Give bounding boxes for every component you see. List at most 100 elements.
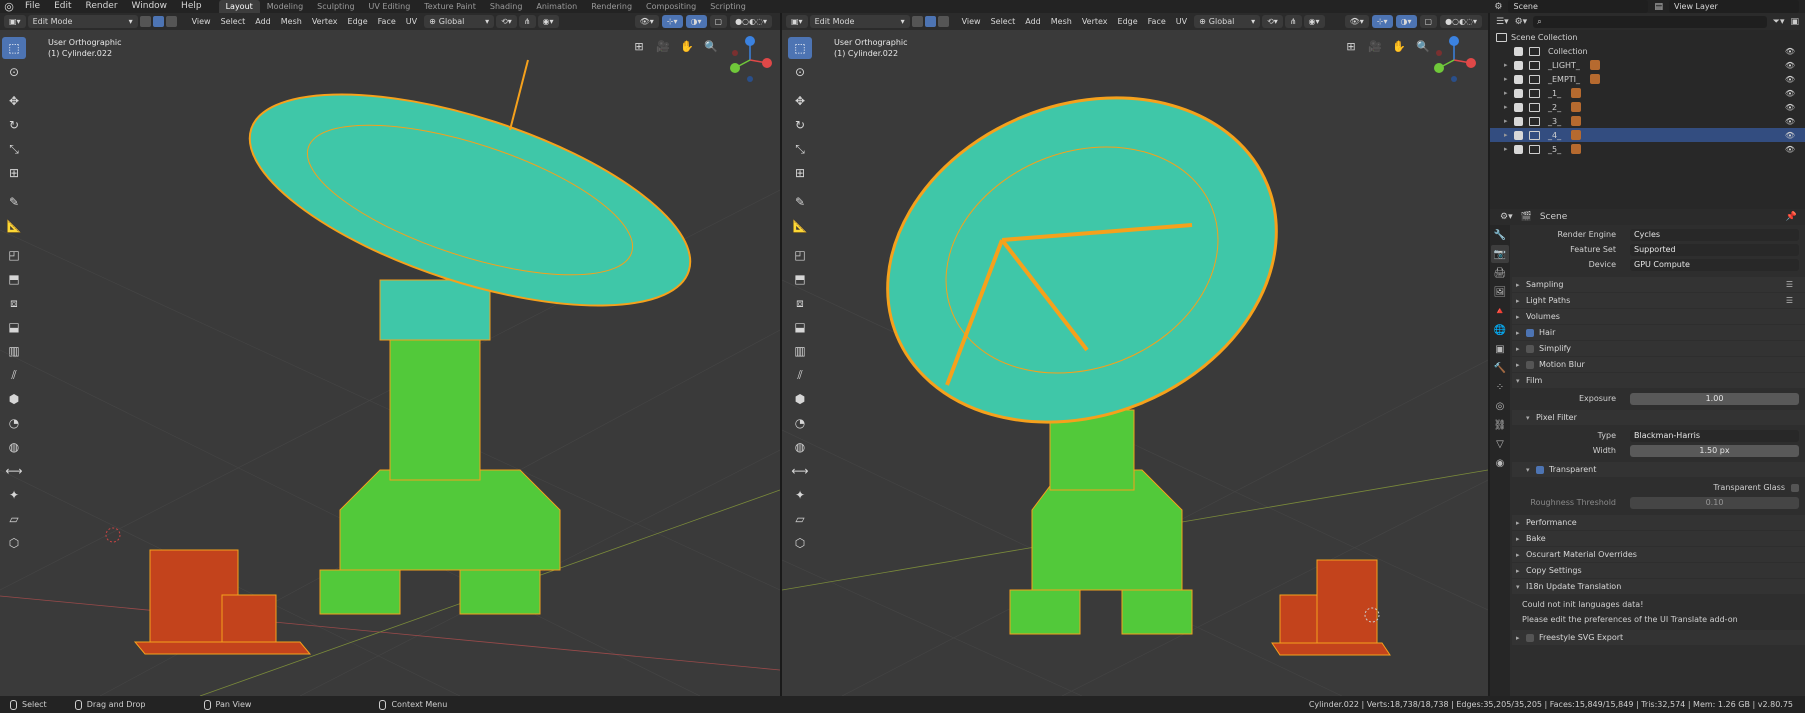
pivot-icon[interactable]: ⟲▾: [1262, 15, 1283, 28]
visibility-icon[interactable]: 👁▾: [634, 15, 659, 28]
workspace-tab-uv-editing[interactable]: UV Editing: [362, 0, 418, 13]
pixel-filter-panel[interactable]: ▾ Pixel Filter: [1512, 410, 1805, 425]
vertex-select-button[interactable]: [911, 16, 923, 27]
workspace-tab-sculpting[interactable]: Sculpting: [310, 0, 361, 13]
render-tab-icon[interactable]: 📷: [1491, 245, 1509, 263]
include-checkbox[interactable]: [1514, 46, 1523, 56]
workspace-tab-compositing[interactable]: Compositing: [639, 0, 703, 13]
include-checkbox[interactable]: [1514, 60, 1523, 70]
workspace-tab-texture-paint[interactable]: Texture Paint: [417, 0, 483, 13]
proportional-edit-icon[interactable]: ◉▾: [1303, 15, 1325, 28]
visibility-eye-icon[interactable]: 👁: [1785, 145, 1795, 154]
include-checkbox[interactable]: [1514, 88, 1523, 98]
workspace-tab-rendering[interactable]: Rendering: [584, 0, 639, 13]
workspace-tab-modeling[interactable]: Modeling: [260, 0, 310, 13]
presets-list-icon[interactable]: ☰: [1786, 296, 1793, 305]
visibility-icon[interactable]: 👁▾: [1344, 15, 1369, 28]
menu-help[interactable]: Help: [174, 0, 209, 13]
face-select-button[interactable]: [165, 16, 177, 27]
transparent-glass-checkbox[interactable]: [1791, 483, 1799, 492]
expand-arrow-icon[interactable]: ▸: [1504, 131, 1514, 139]
workspace-tab-shading[interactable]: Shading: [483, 0, 530, 13]
viewport-menu-edge[interactable]: Edge: [1113, 15, 1143, 28]
workspace-tab-animation[interactable]: Animation: [529, 0, 584, 13]
view-layer-selector[interactable]: View Layer: [1669, 0, 1799, 13]
outliner-row[interactable]: ▸ _5_ 👁: [1490, 142, 1805, 156]
panel-simplify[interactable]: ▸ Simplify: [1512, 341, 1805, 356]
xray-icon[interactable]: ▢: [709, 15, 728, 28]
filter-icon[interactable]: ⏷▾: [1773, 17, 1785, 27]
transparent-checkbox[interactable]: [1536, 465, 1544, 474]
transform-orientation[interactable]: ⊕ Global ▾: [1194, 15, 1261, 28]
object-data-icon[interactable]: [1571, 116, 1582, 126]
transparent-panel[interactable]: ▾ Transparent: [1512, 462, 1805, 477]
overlay-toggle-icon[interactable]: ◑▾: [1395, 15, 1417, 28]
panel-oscurart-material-overrides[interactable]: ▸ Oscurart Material Overrides: [1512, 547, 1805, 562]
object-data-icon[interactable]: [1571, 144, 1582, 154]
roughness-threshold-field[interactable]: 0.10: [1630, 496, 1799, 509]
menu-file[interactable]: File: [18, 0, 47, 13]
shading-modes-icon[interactable]: ●○◐◌▾: [730, 15, 772, 28]
visibility-eye-icon[interactable]: 👁: [1785, 103, 1795, 112]
expand-arrow-icon[interactable]: ▸: [1504, 89, 1514, 97]
panel-performance[interactable]: ▸ Performance: [1512, 515, 1805, 530]
scene-icon[interactable]: ⚙: [1494, 2, 1502, 12]
freestyle-checkbox[interactable]: [1526, 633, 1534, 642]
edge-select-button[interactable]: [924, 16, 936, 27]
physics-tab-icon[interactable]: ◎: [1491, 397, 1509, 415]
viewport-menu-select[interactable]: Select: [986, 15, 1021, 28]
outliner-editor-icon[interactable]: ☰▾: [1496, 17, 1509, 27]
viewport-menu-view[interactable]: View: [187, 15, 216, 28]
expand-arrow-icon[interactable]: ▸: [1504, 103, 1514, 111]
viewport-menu-select[interactable]: Select: [216, 15, 251, 28]
scene-selector[interactable]: Scene: [1508, 0, 1649, 13]
viewport-left[interactable]: ▣▾ Edit Mode ▾ View Select Add Mesh Vertex Edg…: [0, 13, 780, 696]
outliner-row[interactable]: ▸ _4_ 👁: [1490, 128, 1805, 142]
include-checkbox[interactable]: [1514, 116, 1523, 126]
face-select-button[interactable]: [937, 16, 949, 27]
outliner-row[interactable]: ▸ _EMPTI_ 👁: [1490, 72, 1805, 86]
menu-edit[interactable]: Edit: [47, 0, 78, 13]
panel-copy-settings[interactable]: ▸ Copy Settings: [1512, 563, 1805, 578]
tool-tab-icon[interactable]: 🔧: [1491, 226, 1509, 244]
viewport-menu-view[interactable]: View: [957, 15, 986, 28]
device-dropdown[interactable]: GPU Compute: [1630, 258, 1799, 271]
mode-selector[interactable]: Edit Mode ▾: [27, 15, 138, 28]
object-data-icon[interactable]: [1571, 102, 1582, 112]
outliner-row[interactable]: ▸ _1_ 👁: [1490, 86, 1805, 100]
filter-type-dropdown[interactable]: Blackman-Harris: [1630, 429, 1799, 442]
expand-arrow-icon[interactable]: ▸: [1504, 61, 1514, 69]
edge-select-button[interactable]: [152, 16, 164, 27]
object-data-icon[interactable]: [1571, 88, 1582, 98]
panel-checkbox[interactable]: [1526, 360, 1534, 369]
mode-selector[interactable]: Edit Mode ▾: [809, 15, 910, 28]
viewport-menu-edge[interactable]: Edge: [343, 15, 373, 28]
viewport-right[interactable]: ▣▾ Edit Mode ▾ View Select Add Mesh Vertex Edg…: [782, 13, 1488, 696]
include-checkbox[interactable]: [1514, 74, 1523, 84]
constraints-tab-icon[interactable]: ⛓: [1491, 416, 1509, 434]
overlay-toggle-icon[interactable]: ◑▾: [685, 15, 707, 28]
outliner-root[interactable]: Scene Collection: [1490, 30, 1805, 44]
panel-light-paths[interactable]: ▸ Light Paths ☰: [1512, 293, 1805, 308]
workspace-tab-layout[interactable]: Layout: [218, 0, 260, 13]
outliner-display-mode-icon[interactable]: ⚙▾: [1515, 17, 1528, 27]
material-tab-icon[interactable]: ◉: [1491, 454, 1509, 472]
xray-icon[interactable]: ▢: [1419, 15, 1438, 28]
viewport-menu-face[interactable]: Face: [373, 15, 401, 28]
visibility-eye-icon[interactable]: 👁: [1785, 47, 1795, 56]
panel-bake[interactable]: ▸ Bake: [1512, 531, 1805, 546]
transform-orientation[interactable]: ⊕ Global ▾: [424, 15, 495, 28]
panel-checkbox[interactable]: [1526, 328, 1534, 337]
include-checkbox[interactable]: [1514, 130, 1523, 140]
outliner-row[interactable]: Collection 👁: [1490, 44, 1805, 58]
menu-render[interactable]: Render: [79, 0, 125, 13]
object-data-icon[interactable]: [1590, 74, 1601, 84]
editor-type-icon[interactable]: ▣▾: [786, 15, 808, 28]
new-collection-icon[interactable]: ▣: [1790, 17, 1799, 27]
outliner-row[interactable]: ▸ _LIGHT_ 👁: [1490, 58, 1805, 72]
scene-tab-icon[interactable]: 🔺: [1491, 302, 1509, 320]
view-layer-icon[interactable]: ▤: [1654, 2, 1663, 12]
panel-sampling[interactable]: ▸ Sampling ☰: [1512, 277, 1805, 292]
exposure-field[interactable]: 1.00: [1630, 392, 1799, 405]
visibility-eye-icon[interactable]: 👁: [1785, 117, 1795, 126]
